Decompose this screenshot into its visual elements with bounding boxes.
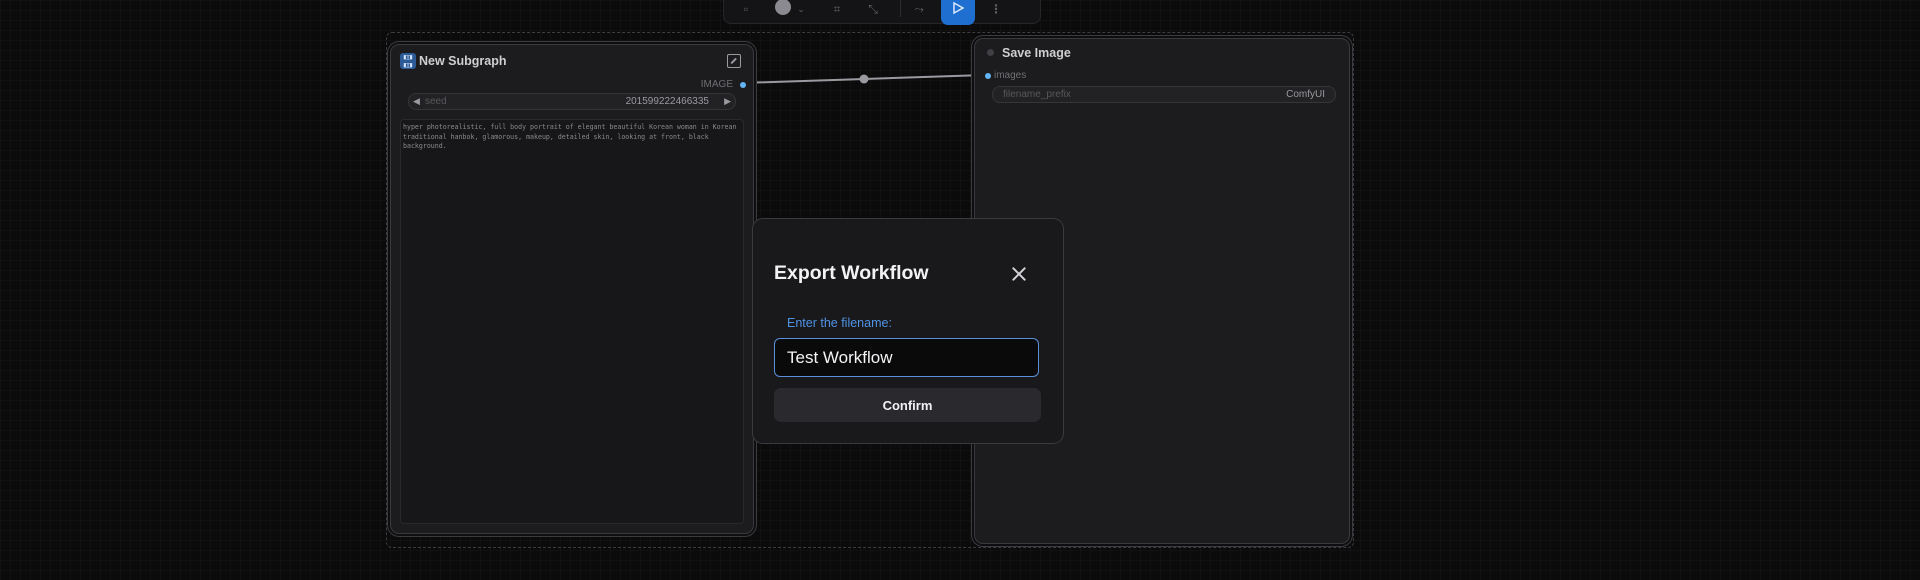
node-title: New Subgraph: [419, 54, 507, 68]
widget-value: ComfyUI: [1286, 89, 1325, 100]
node-title: Save Image: [1002, 46, 1071, 60]
close-icon[interactable]: [1010, 265, 1028, 283]
subgraph-icon: ◧◨ ◧◨: [400, 53, 416, 69]
export-workflow-dialog: Export Workflow Enter the filename: Conf…: [752, 218, 1064, 444]
expand-icon[interactable]: [727, 54, 741, 68]
filename-label: Enter the filename:: [787, 316, 892, 330]
widget-value: 201599222466335: [625, 96, 709, 107]
workflow-canvas[interactable]: ▫ ⌄ ⌗ ⤡ ⤳ ⋮ ◧◨ ◧◨ New Subgraph IMAGE ◀ se…: [0, 0, 1920, 580]
decrement-arrow-icon[interactable]: ◀: [413, 94, 420, 109]
output-label: IMAGE: [700, 79, 733, 90]
prompt-textarea[interactable]: hyper photorealistic, full body portrait…: [400, 119, 744, 524]
dialog-title: Export Workflow: [774, 262, 929, 284]
node-status-dot: [987, 49, 994, 56]
link-midpoint[interactable]: [859, 74, 869, 84]
input-socket[interactable]: [985, 73, 991, 79]
widget-label: seed: [425, 96, 447, 107]
filename-prefix-widget[interactable]: filename_prefix ComfyUI: [992, 86, 1336, 103]
output-socket[interactable]: [740, 82, 746, 88]
seed-widget[interactable]: ◀ seed 201599222466335 ▶: [408, 93, 736, 110]
input-label: images: [994, 70, 1027, 81]
widget-label: filename_prefix: [1003, 89, 1071, 100]
filename-input[interactable]: [774, 338, 1039, 377]
increment-arrow-icon[interactable]: ▶: [724, 94, 731, 109]
subgraph-node[interactable]: ◧◨ ◧◨ New Subgraph IMAGE ◀ seed 201599222…: [390, 44, 754, 534]
confirm-button[interactable]: Confirm: [774, 388, 1041, 422]
